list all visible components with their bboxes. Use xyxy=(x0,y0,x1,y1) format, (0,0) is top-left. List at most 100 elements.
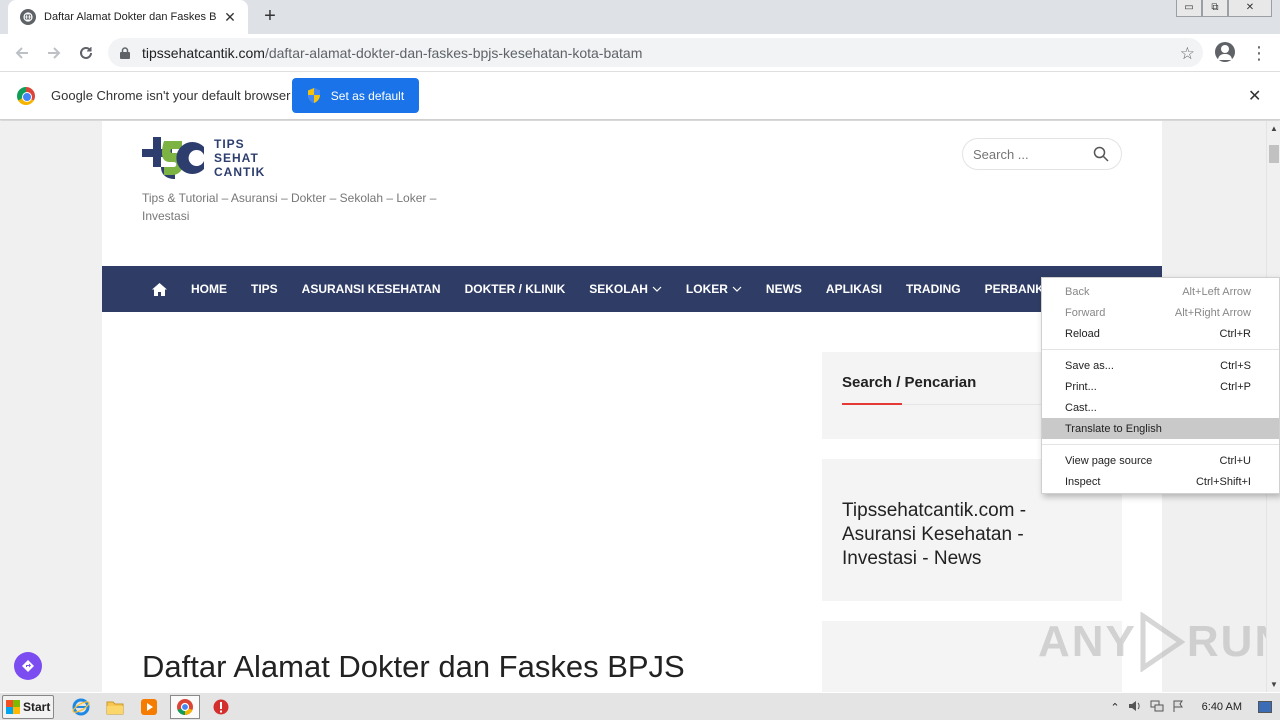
menu-item-back[interactable]: Back Alt+Left Arrow xyxy=(1042,281,1279,302)
menu-item-label: Back xyxy=(1065,285,1090,298)
menu-item-label: Translate to English xyxy=(1065,422,1162,435)
nav-item-dokter-klinik[interactable]: DOKTER / KLINIK xyxy=(465,282,566,296)
nav-label: DOKTER / KLINIK xyxy=(464,282,566,296)
nav-item-aplikasi[interactable]: APLIKASI xyxy=(826,282,882,296)
menu-item-inspect[interactable]: Inspect Ctrl+Shift+I xyxy=(1042,471,1279,492)
network-icon[interactable] xyxy=(1150,700,1164,715)
url-host: tipssehatcantik.com xyxy=(142,44,265,61)
menu-item-translate[interactable]: Translate to English xyxy=(1042,418,1279,439)
default-browser-infobar: Google Chrome isn't your default browser… xyxy=(0,72,1280,120)
menu-item-print[interactable]: Print... Ctrl+P xyxy=(1042,376,1279,397)
menu-item-forward[interactable]: Forward Alt+Right Arrow xyxy=(1042,302,1279,323)
reload-icon[interactable] xyxy=(75,42,97,64)
play-triangle-icon xyxy=(1140,612,1185,672)
menu-item-reload[interactable]: Reload Ctrl+R xyxy=(1042,323,1279,344)
menu-item-view-source[interactable]: View page source Ctrl+U xyxy=(1042,450,1279,471)
url-text: tipssehatcantik.com/daftar-alamat-dokter… xyxy=(142,45,642,61)
nav-item-home[interactable]: HOME xyxy=(191,282,227,296)
nav-item-asuransi-kesehatan[interactable]: ASURANSI KESEHATAN xyxy=(302,282,441,296)
stop-sign-icon[interactable] xyxy=(208,695,234,719)
nav-item-trading[interactable]: TRADING xyxy=(906,282,961,296)
chrome-logo-icon xyxy=(17,87,35,105)
logo-word: TIPS xyxy=(214,137,245,151)
search-icon[interactable] xyxy=(1093,146,1109,162)
widget-title: Search / Pencarian xyxy=(842,374,977,391)
clock[interactable]: 6:40 AM xyxy=(1202,701,1242,713)
menu-item-shortcut: Ctrl+P xyxy=(1220,380,1251,393)
logo-word: SEHAT xyxy=(214,151,259,165)
menu-item-label: Inspect xyxy=(1065,475,1101,488)
tray-expand-icon[interactable]: ⌃ xyxy=(1110,701,1119,714)
uac-shield-icon xyxy=(307,88,320,103)
address-bar[interactable]: tipssehatcantik.com/daftar-alamat-dokter… xyxy=(108,38,1203,67)
volume-icon[interactable] xyxy=(1128,700,1142,715)
site-container: TIPS SEHAT CANTIK Tips & Tutorial – Asur… xyxy=(102,121,1162,692)
infobar-close-icon[interactable]: ✕ xyxy=(1248,86,1261,106)
article-title: Daftar Alamat Dokter dan Faskes BPJS xyxy=(142,649,685,684)
back-arrow-icon[interactable] xyxy=(11,42,33,64)
nav-label: SEKOLAH xyxy=(589,282,648,296)
home-icon[interactable] xyxy=(152,282,167,296)
lock-icon xyxy=(120,46,130,59)
nav-item-loker[interactable]: LOKER xyxy=(686,282,742,296)
url-path: /daftar-alamat-dokter-dan-faskes-bpjs-ke… xyxy=(264,44,643,61)
show-desktop-icon[interactable] xyxy=(1258,701,1272,713)
nav-item-news[interactable]: NEWS xyxy=(766,282,802,296)
tab-strip: Daftar Alamat Dokter dan Faskes BPJS ✕ +… xyxy=(0,0,1280,34)
scroll-up-arrow-icon[interactable]: ▲ xyxy=(1270,124,1278,133)
minimize-button[interactable]: ▭ xyxy=(1176,0,1202,17)
system-tray: ⌃ 6:40 AM xyxy=(1110,693,1280,720)
nav-item-tips[interactable]: TIPS xyxy=(251,282,278,296)
nav-label: ASURANSI KESEHATAN xyxy=(301,282,441,296)
window-controls: ▭ ⧉ ✕ xyxy=(1176,0,1272,18)
nav-label: LOKER xyxy=(685,282,728,296)
chevron-down-icon xyxy=(732,284,742,294)
widget-title-underline xyxy=(842,403,902,405)
menu-item-label: Print... xyxy=(1065,380,1097,393)
media-player-icon[interactable] xyxy=(136,695,162,719)
forward-arrow-icon[interactable] xyxy=(43,42,65,64)
nav-item-sekolah[interactable]: SEKOLAH xyxy=(589,282,662,296)
nav-label: NEWS xyxy=(765,282,802,296)
tab-title: Daftar Alamat Dokter dan Faskes BPJS xyxy=(44,11,216,23)
bookmark-star-icon[interactable]: ☆ xyxy=(1180,44,1195,64)
search-input[interactable] xyxy=(973,146,1083,162)
menu-item-shortcut: Alt+Right Arrow xyxy=(1174,306,1251,319)
menu-item-label: View page source xyxy=(1065,454,1153,467)
nav-label: HOME xyxy=(191,282,227,296)
site-logo[interactable]: TIPS SEHAT CANTIK xyxy=(142,137,265,179)
tab-close-icon[interactable]: ✕ xyxy=(222,9,238,26)
floating-action-button[interactable] xyxy=(14,652,42,680)
set-as-default-label: Set as default xyxy=(330,88,405,103)
context-menu: Back Alt+Left Arrow Forward Alt+Right Arro… xyxy=(1041,277,1280,494)
watermark-text: RUN xyxy=(1186,617,1266,666)
nav-label: APLIKASI xyxy=(825,282,882,296)
windows-taskbar: Start ⌃ 6:40 AM xyxy=(0,692,1280,720)
restore-button[interactable]: ⧉ xyxy=(1202,0,1228,17)
scroll-down-arrow-icon[interactable]: ▼ xyxy=(1270,680,1278,689)
chevron-down-icon xyxy=(652,284,662,294)
chrome-taskbar-icon[interactable] xyxy=(170,694,200,719)
new-tab-button[interactable]: + xyxy=(259,5,281,27)
nav-label: TRADING xyxy=(905,282,961,296)
menu-separator xyxy=(1042,444,1279,445)
profile-avatar-icon[interactable] xyxy=(1215,42,1235,62)
watermark-text: ANY xyxy=(1038,617,1137,666)
close-window-button[interactable]: ✕ xyxy=(1228,0,1272,17)
menu-kebab-icon[interactable]: ⋮ xyxy=(1250,42,1268,64)
logo-word: CANTIK xyxy=(214,165,266,179)
scroll-thumb[interactable] xyxy=(1269,145,1279,163)
globe-icon xyxy=(20,9,36,25)
file-explorer-icon[interactable] xyxy=(102,695,128,719)
browser-toolbar: tipssehatcantik.com/daftar-alamat-dokter… xyxy=(0,34,1280,72)
site-tagline: Tips & Tutorial – Asuransi – Dokter – Se… xyxy=(142,191,437,223)
action-center-flag-icon[interactable] xyxy=(1172,700,1184,715)
start-button[interactable]: Start xyxy=(2,694,54,719)
internet-explorer-icon[interactable] xyxy=(68,695,94,719)
browser-tab[interactable]: Daftar Alamat Dokter dan Faskes BPJS ✕ xyxy=(8,0,248,34)
menu-item-cast[interactable]: Cast... xyxy=(1042,397,1279,418)
set-as-default-button[interactable]: Set as default xyxy=(292,78,419,113)
menu-item-shortcut: Alt+Left Arrow xyxy=(1182,285,1251,298)
menu-item-save-as[interactable]: Save as... Ctrl+S xyxy=(1042,355,1279,376)
menu-item-shortcut: Ctrl+R xyxy=(1219,327,1251,340)
